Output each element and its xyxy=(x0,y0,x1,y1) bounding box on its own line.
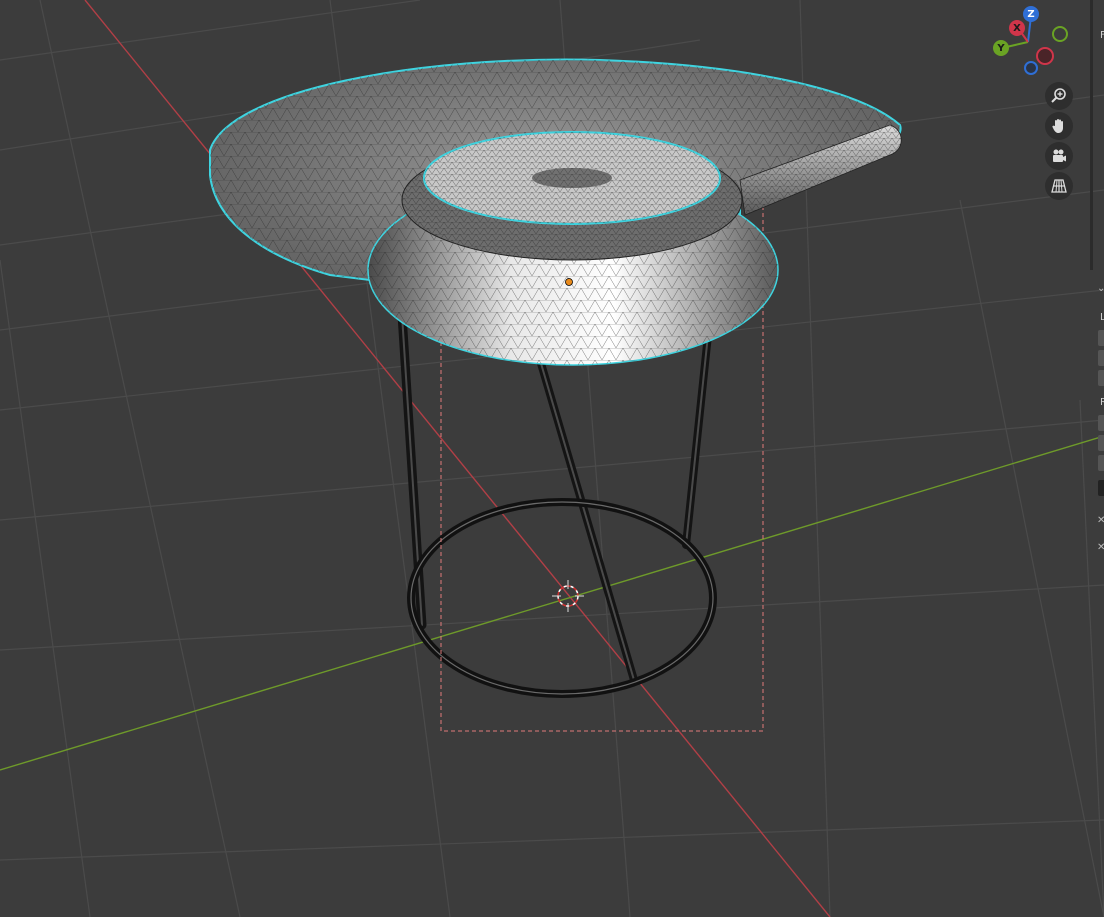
close-icon[interactable]: ✕ xyxy=(1097,515,1104,526)
gizmo-x-axis[interactable]: X xyxy=(1009,20,1025,36)
3d-viewport[interactable] xyxy=(0,0,1104,917)
y-axis-line xyxy=(0,435,1104,771)
chevron-down-icon[interactable]: ⌄ xyxy=(1097,283,1104,294)
panel-label-l: L xyxy=(1100,312,1104,323)
panel-field[interactable] xyxy=(1098,415,1104,431)
panel-field[interactable] xyxy=(1098,350,1104,366)
origin-dot[interactable] xyxy=(565,278,573,286)
gizmo-z-axis[interactable]: Z xyxy=(1023,6,1039,22)
navigation-gizmo[interactable]: Z X Y xyxy=(990,2,1074,80)
perspective-toggle-button[interactable] xyxy=(1045,172,1073,200)
grid-perspective-icon xyxy=(1050,177,1068,195)
panel-field[interactable] xyxy=(1098,370,1104,386)
camera-icon xyxy=(1050,147,1068,165)
panel-field[interactable] xyxy=(1098,330,1104,346)
panel-field[interactable] xyxy=(1098,435,1104,451)
zoom-in-icon xyxy=(1050,87,1068,105)
panel-label-r: R xyxy=(1100,397,1104,408)
close-icon[interactable]: ✕ xyxy=(1097,542,1104,553)
stool-legs xyxy=(397,310,712,684)
panel-label-f: F xyxy=(1100,30,1104,41)
gizmo-y-axis[interactable]: Y xyxy=(993,40,1009,56)
pan-button[interactable] xyxy=(1045,112,1073,140)
zoom-button[interactable] xyxy=(1045,82,1073,110)
stool-seat xyxy=(209,58,902,366)
stool-base-ring xyxy=(407,498,717,698)
camera-view-button[interactable] xyxy=(1045,142,1073,170)
panel-field[interactable] xyxy=(1098,455,1104,471)
hand-pan-icon xyxy=(1050,117,1068,135)
panel-field[interactable] xyxy=(1098,480,1104,496)
